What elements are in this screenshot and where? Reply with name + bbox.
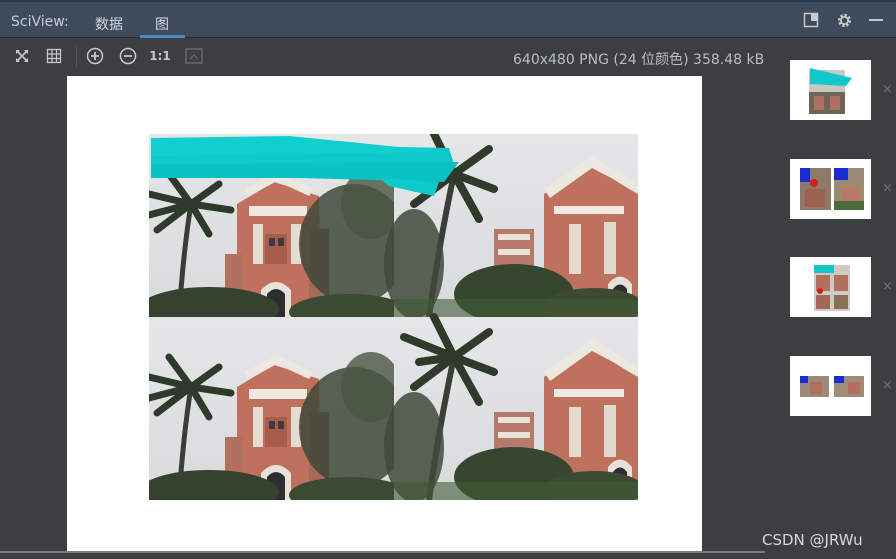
grid-icon: [46, 48, 62, 64]
tab-data[interactable]: 数据: [95, 14, 123, 34]
thumbnail-image-icon: [800, 168, 864, 210]
zoom-in-button[interactable]: [85, 46, 105, 66]
thumbnail-2-close-icon[interactable]: ×: [882, 181, 893, 196]
thumbnail-image-icon: [800, 376, 864, 397]
fit-screen-button[interactable]: [12, 46, 32, 66]
thumbnail-4-close-icon[interactable]: ×: [882, 378, 893, 393]
thumbnail-4[interactable]: [790, 356, 871, 416]
image-toolbar: 1:1 640x480 PNG (24 位颜色) 358.48 kB: [0, 38, 896, 74]
zoom-in-icon: [86, 47, 104, 65]
zoom-out-icon: [119, 47, 137, 65]
image-info-label: 640x480 PNG (24 位颜色) 358.48 kB: [513, 52, 765, 68]
photo-grid-image: [149, 134, 638, 500]
thumbnail-2[interactable]: [790, 159, 871, 219]
thumbnail-3[interactable]: [790, 257, 871, 317]
minimize-button[interactable]: [869, 12, 883, 32]
settings-button[interactable]: [836, 12, 853, 33]
tool-window-header: SciView: 数据 图: [0, 0, 896, 38]
minimize-icon: [869, 19, 883, 21]
layout-toggle-button[interactable]: [803, 12, 819, 32]
zoom-out-button[interactable]: [118, 46, 138, 66]
show-grid-button[interactable]: [44, 46, 64, 66]
fit-page-icon: [185, 48, 203, 64]
thumbnail-1-close-icon[interactable]: ×: [882, 82, 893, 97]
tab-plots[interactable]: 图: [155, 14, 169, 34]
image-canvas[interactable]: [67, 76, 702, 552]
sciview-label: SciView:: [11, 14, 69, 30]
gear-icon: [837, 13, 852, 28]
thumbnail-image-icon: [809, 68, 852, 114]
thumbnail-image-icon: [814, 265, 850, 311]
toolbar-separator: [76, 47, 77, 67]
watermark: CSDN @JRWu: [762, 531, 863, 549]
fit-screen-icon: [16, 50, 28, 62]
actual-size-icon: 1:1: [149, 49, 171, 63]
fit-page-button[interactable]: [184, 46, 204, 66]
layout-icon: [803, 12, 819, 28]
thumbnail-3-close-icon[interactable]: ×: [882, 279, 893, 294]
thumbnail-1[interactable]: [790, 60, 871, 120]
horizontal-scrollbar[interactable]: [0, 551, 765, 553]
actual-size-button[interactable]: 1:1: [149, 46, 171, 66]
